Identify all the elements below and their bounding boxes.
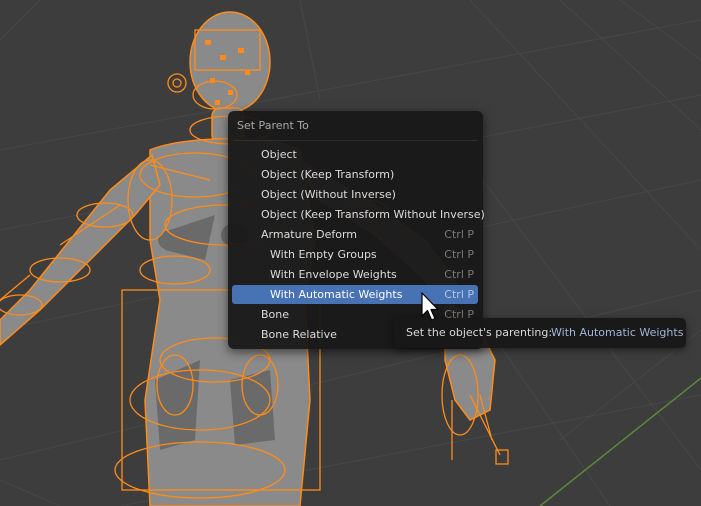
menu-item-label: Object (Keep Transform Without Inverse) (261, 208, 485, 221)
menu-item-object-keep-transform-without-inverse[interactable]: Object (Keep Transform Without Inverse) (232, 205, 485, 224)
menu-item-object-keep-transform[interactable]: Object (Keep Transform) (232, 165, 478, 184)
menu-separator (234, 140, 477, 141)
menu-title: Set Parent To (237, 119, 309, 132)
menu-item-label: Object (261, 148, 297, 161)
menu-item-object[interactable]: Object (232, 145, 478, 164)
menu-item-with-automatic-weights[interactable]: With Automatic Weights Ctrl P (232, 285, 478, 304)
menu-item-label: Bone (261, 308, 290, 321)
menu-item-label: With Envelope Weights (270, 268, 397, 281)
menu-item-shortcut: Ctrl P (444, 228, 474, 241)
menu-item-shortcut: Ctrl P (444, 248, 474, 261)
menu-item-label: With Empty Groups (270, 248, 377, 261)
menu-item-label: Object (Without Inverse) (261, 188, 396, 201)
menu-item-shortcut: Ctrl P (444, 268, 474, 281)
menu-item-label: Object (Keep Transform) (261, 168, 395, 181)
tooltip: Set the object's parenting: With Automat… (394, 318, 686, 348)
menu-item-label: Armature Deform (261, 228, 358, 241)
menu-item-shortcut: Ctrl P (444, 288, 474, 301)
menu-item-label: Bone Relative (261, 328, 337, 341)
menu-item-object-without-inverse[interactable]: Object (Without Inverse) (232, 185, 478, 204)
menu-item-with-empty-groups[interactable]: With Empty Groups Ctrl P (232, 245, 478, 264)
arrow-cursor-icon (421, 292, 439, 321)
menu-item-armature-deform[interactable]: Armature Deform Ctrl P (232, 225, 478, 244)
set-parent-menu: Set Parent To Object Object (Keep Transf… (228, 111, 485, 349)
tooltip-value: With Automatic Weights (551, 326, 684, 339)
menu-item-with-envelope-weights[interactable]: With Envelope Weights Ctrl P (232, 265, 478, 284)
menu-item-label: With Automatic Weights (270, 288, 403, 301)
tooltip-label: Set the object's parenting: (406, 326, 553, 339)
